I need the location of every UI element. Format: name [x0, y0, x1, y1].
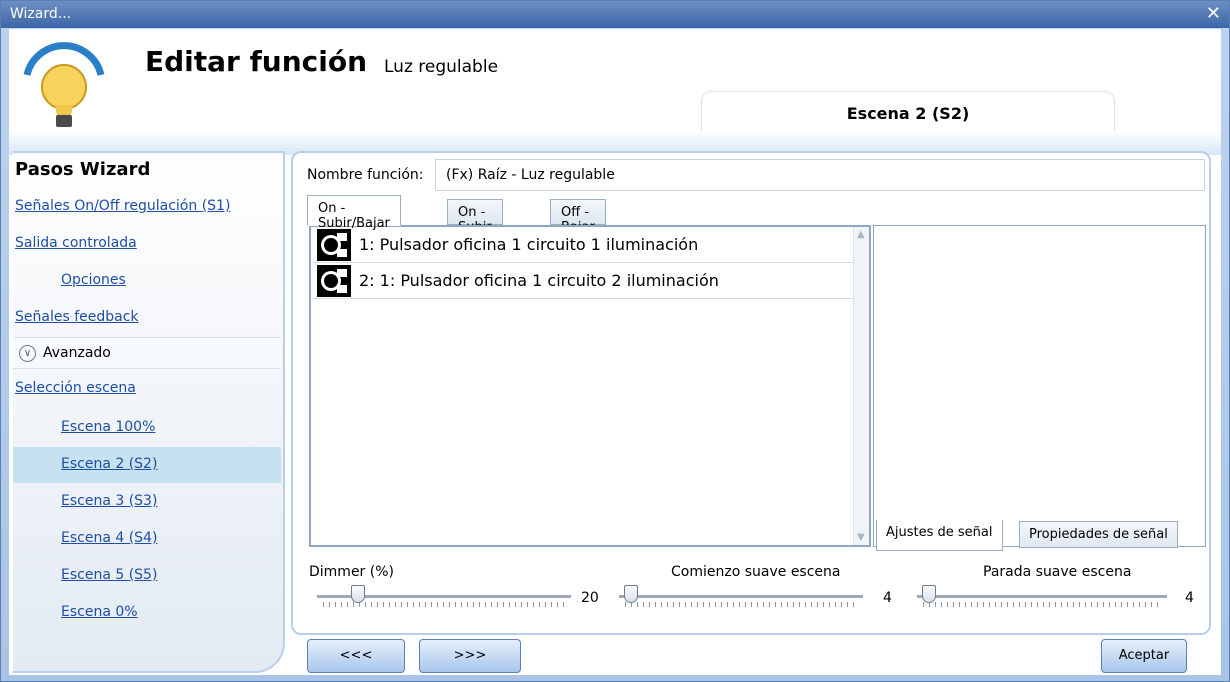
tab-off-bajar[interactable]: Off - Bajar	[550, 199, 606, 235]
sidebar-item-escena-4[interactable]: Escena 4 (S4)	[13, 521, 281, 557]
sidebar-link[interactable]: Escena 5 (S5)	[61, 567, 157, 583]
soft-start-slider[interactable]	[619, 585, 863, 611]
soft-stop-value: 4	[1185, 590, 1194, 606]
tab-propiedades-senal[interactable]: Propiedades de señal	[1019, 521, 1178, 548]
tab-ajustes-senal[interactable]: Ajustes de señal	[876, 520, 1003, 551]
sidebar-link[interactable]: Opciones	[61, 272, 126, 288]
vertical-scrollbar[interactable]: ▲ ▼	[853, 227, 869, 545]
sidebar-link[interactable]: Selección escena	[15, 380, 136, 396]
function-name-label: Nombre función:	[307, 167, 424, 183]
soft-start-value: 4	[883, 590, 892, 606]
advanced-toggle[interactable]: ∨ Avanzado	[13, 337, 281, 369]
sidebar-item-senales-feedback[interactable]: Señales feedback	[13, 300, 281, 336]
sidebar-item-seleccion-escena[interactable]: Selección escena	[13, 371, 281, 407]
page-title: Editar función	[145, 45, 368, 78]
sidebar-link[interactable]: Escena 4 (S4)	[61, 530, 157, 546]
soft-stop-label: Parada suave escena	[983, 564, 1132, 580]
lightbulb-icon	[23, 42, 105, 127]
scroll-up-icon[interactable]: ▲	[857, 229, 865, 240]
sidebar-item-escena-2[interactable]: Escena 2 (S2)	[13, 447, 281, 483]
signals-list[interactable]: 1: Pulsador oficina 1 circuito 1 ilumina…	[309, 225, 871, 547]
client-area: Editar función Luz regulable Escena 2 (S…	[9, 29, 1221, 675]
signal-label: 2: 1: Pulsador oficina 1 circuito 2 ilum…	[359, 271, 719, 290]
pushbutton-icon	[317, 229, 351, 261]
back-button[interactable]: <<<	[307, 639, 405, 673]
soft-start-label: Comienzo suave escena	[671, 564, 841, 580]
next-button[interactable]: >>>	[419, 639, 521, 673]
sidebar-item-senales-onoff[interactable]: Señales On/Off regulación (S1)	[13, 189, 281, 225]
sidebar-item-opciones[interactable]: Opciones	[13, 263, 281, 299]
sidebar-title: Pasos Wizard	[15, 159, 151, 180]
dimmer-value: 20	[581, 590, 599, 606]
tab-on-subir-bajar[interactable]: On - Subir/Bajar	[307, 195, 401, 231]
signal-label: 1: Pulsador oficina 1 circuito 1 ilumina…	[359, 235, 699, 254]
soft-stop-slider[interactable]	[917, 585, 1167, 611]
sidebar-link[interactable]: Escena 100%	[61, 419, 155, 435]
sidebar-item-escena-0[interactable]: Escena 0%	[13, 595, 281, 631]
scene-tab-label: Escena 2 (S2)	[846, 104, 970, 123]
sidebar-link[interactable]: Señales feedback	[15, 309, 139, 325]
dimmer-label: Dimmer (%)	[309, 564, 394, 580]
pushbutton-icon	[317, 265, 351, 297]
sidebar-item-escena-100[interactable]: Escena 100%	[13, 410, 281, 446]
sidebar-link[interactable]: Escena 0%	[61, 604, 138, 620]
slider-thumb[interactable]	[922, 585, 936, 603]
sidebar-link[interactable]: Escena 3 (S3)	[61, 493, 157, 509]
list-item[interactable]: 1: Pulsador oficina 1 circuito 1 ilumina…	[313, 227, 853, 263]
sidebar-item-escena-5[interactable]: Escena 5 (S5)	[13, 558, 281, 594]
sidebar-link[interactable]: Señales On/Off regulación (S1)	[15, 198, 230, 214]
wizard-window: Wizard... ✕ Editar función Luz regulable…	[0, 0, 1230, 682]
window-title: Wizard...	[10, 6, 72, 22]
scene-tab: Escena 2 (S2)	[701, 91, 1115, 133]
tab-on-subir[interactable]: On - Subir	[447, 199, 503, 235]
list-item[interactable]: 2: 1: Pulsador oficina 1 circuito 2 ilum…	[313, 263, 853, 299]
signal-settings-box: Ajustes de señal Propiedades de señal	[873, 225, 1206, 551]
main-panel: Nombre función: (Fx) Raíz - Luz regulabl…	[291, 151, 1211, 635]
scroll-down-icon[interactable]: ▼	[857, 532, 865, 543]
sidebar-link[interactable]: Salida controlada	[15, 235, 137, 251]
sidebar-item-salida-controlada[interactable]: Salida controlada	[13, 226, 281, 262]
sidebar-link[interactable]: Escena 2 (S2)	[61, 456, 157, 472]
close-icon[interactable]: ✕	[1206, 3, 1221, 24]
slider-thumb[interactable]	[351, 585, 365, 603]
advanced-label: Avanzado	[43, 345, 111, 361]
chevron-down-icon[interactable]: ∨	[19, 345, 36, 362]
function-name-input[interactable]: (Fx) Raíz - Luz regulable	[435, 159, 1205, 191]
sidebar-item-escena-3[interactable]: Escena 3 (S3)	[13, 484, 281, 520]
title-bar[interactable]: Wizard... ✕	[1, 1, 1229, 28]
page-subtitle: Luz regulable	[384, 57, 499, 77]
wizard-steps-sidebar: Pasos Wizard Señales On/Off regulación (…	[13, 151, 285, 673]
slider-thumb[interactable]	[624, 585, 638, 603]
accept-button[interactable]: Aceptar	[1101, 639, 1187, 673]
dimmer-slider[interactable]	[317, 585, 571, 611]
